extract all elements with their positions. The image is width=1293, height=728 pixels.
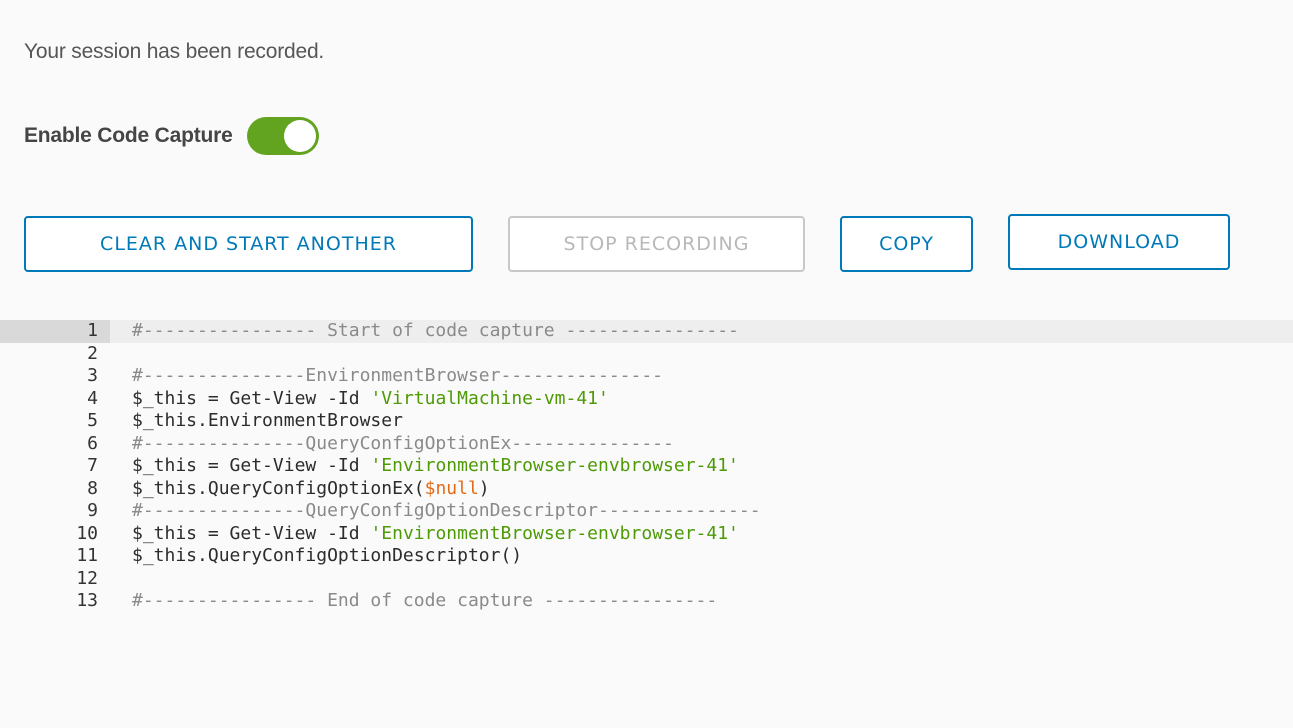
code-line: 1 #---------------- Start of code capture… <box>0 320 1293 343</box>
gutter-spacer <box>110 388 132 411</box>
code-token-comment: #---------------- Start of code capture … <box>132 320 739 341</box>
download-button[interactable]: DOWNLOAD <box>1008 214 1230 270</box>
code-token-param: -Id <box>316 522 371 544</box>
line-number: 13 <box>76 590 98 611</box>
code-token-op: = <box>197 455 230 476</box>
code-line-content: $_this.QueryConfigOptionEx($null) <box>132 478 490 501</box>
gutter-spacer <box>110 365 132 388</box>
code-token-var: $_this.QueryConfigOptionEx( <box>132 477 425 499</box>
code-token-string: 'EnvironmentBrowser-envbrowser-41' <box>370 455 739 476</box>
gutter-spacer <box>110 455 132 478</box>
code-token-string: 'EnvironmentBrowser-envbrowser-41' <box>370 522 739 544</box>
code-capture-label: Enable Code Capture <box>24 124 233 147</box>
line-number: 11 <box>76 545 98 566</box>
code-token-var: $_this.QueryConfigOptionDescriptor() <box>132 545 523 566</box>
code-line-content: #---------------- Start of code capture … <box>132 320 739 343</box>
gutter-spacer <box>110 545 132 568</box>
code-token-var: ) <box>478 477 490 499</box>
code-line-content: $_this.QueryConfigOptionDescriptor() <box>132 545 522 568</box>
line-number: 9 <box>87 500 98 521</box>
code-line: 4 $_this = Get-View -Id 'VirtualMachine-v… <box>0 388 1293 411</box>
code-token-var: $_this <box>132 455 198 476</box>
code-token-comment: #---------------QueryConfigOptionDescrip… <box>132 500 761 521</box>
code-token-param: -Id <box>316 387 371 409</box>
code-line: 7 $_this = Get-View -Id 'EnvironmentBrows… <box>0 455 1293 478</box>
code-line: 10 $_this = Get-View -Id 'EnvironmentBrow… <box>0 523 1293 546</box>
line-number: 2 <box>87 342 98 364</box>
line-number: 6 <box>87 432 98 454</box>
code-line: 8 $_this.QueryConfigOptionEx($null) <box>0 478 1293 501</box>
line-number: 7 <box>87 455 98 476</box>
code-token-op: = <box>197 522 230 544</box>
code-capture-row: Enable Code Capture <box>24 116 319 156</box>
code-line-content: #---------------- End of code capture --… <box>132 590 717 613</box>
code-token-comment: #---------------QueryConfigOptionEx-----… <box>132 432 674 454</box>
gutter-spacer <box>110 523 132 546</box>
gutter-spacer <box>110 478 132 501</box>
code-line: 6 #---------------QueryConfigOptionEx----… <box>0 433 1293 456</box>
code-token-cmd: Get-View <box>229 522 317 544</box>
code-token-comment: #---------------- End of code capture --… <box>132 590 718 611</box>
code-token-cmd: Get-View <box>229 387 317 409</box>
line-number: 8 <box>87 477 98 499</box>
code-line: 13 #---------------- End of code capture … <box>0 590 1293 613</box>
code-token-null: $null <box>424 477 479 499</box>
code-line-content: $_this.EnvironmentBrowser <box>132 410 403 433</box>
code-line: 3 #---------------EnvironmentBrowser-----… <box>0 365 1293 388</box>
code-line: 11 $_this.QueryConfigOptionDescriptor() <box>0 545 1293 568</box>
code-token-comment: #---------------EnvironmentBrowser------… <box>132 365 664 386</box>
code-line: 9 #---------------QueryConfigOptionDescri… <box>0 500 1293 523</box>
code-line-content: $_this = Get-View -Id 'EnvironmentBrowse… <box>132 523 739 546</box>
stop-recording-button: STOP RECORDING <box>508 216 805 272</box>
gutter-spacer <box>110 320 132 343</box>
line-number: 3 <box>87 365 98 386</box>
code-token-op: = <box>197 387 230 409</box>
code-token-var: $_this <box>132 387 198 409</box>
line-number: 4 <box>87 387 98 409</box>
code-capture-panel: Your session has been recorded. Enable C… <box>0 0 1293 728</box>
code-line-content: #---------------QueryConfigOptionDescrip… <box>132 500 761 523</box>
gutter-spacer <box>110 568 132 591</box>
code-line-content: #---------------QueryConfigOptionEx-----… <box>132 433 674 456</box>
code-line-content: $_this = Get-View -Id 'EnvironmentBrowse… <box>132 455 739 478</box>
code-line: 5 $_this.EnvironmentBrowser <box>0 410 1293 433</box>
gutter-spacer <box>110 433 132 456</box>
toggle-knob <box>283 120 316 152</box>
code-editor[interactable]: 1 #---------------- Start of code capture… <box>0 320 1293 613</box>
gutter-spacer <box>110 590 132 613</box>
line-number: 5 <box>87 410 98 431</box>
code-line: 2 <box>0 343 1293 366</box>
code-token-var: $_this.EnvironmentBrowser <box>132 410 403 431</box>
gutter-spacer <box>110 500 132 523</box>
code-token-param: -Id <box>316 455 371 476</box>
clear-and-start-another-button[interactable]: CLEAR AND START ANOTHER <box>24 216 473 272</box>
line-number: 12 <box>76 567 98 589</box>
code-capture-toggle[interactable] <box>246 117 319 155</box>
line-number: 1 <box>0 320 110 343</box>
line-number: 10 <box>76 522 98 544</box>
code-token-var: $_this <box>132 522 198 544</box>
code-line-content: #---------------EnvironmentBrowser------… <box>132 365 663 388</box>
code-line: 12 <box>0 568 1293 591</box>
code-token-string: 'VirtualMachine-vm-41' <box>370 387 609 409</box>
code-line-content: $_this = Get-View -Id 'VirtualMachine-vm… <box>132 388 609 411</box>
gutter-spacer <box>110 410 132 433</box>
copy-button[interactable]: COPY <box>840 216 973 272</box>
code-token-cmd: Get-View <box>229 455 317 476</box>
session-status-text: Your session has been recorded. <box>24 40 325 63</box>
gutter-spacer <box>110 343 132 366</box>
